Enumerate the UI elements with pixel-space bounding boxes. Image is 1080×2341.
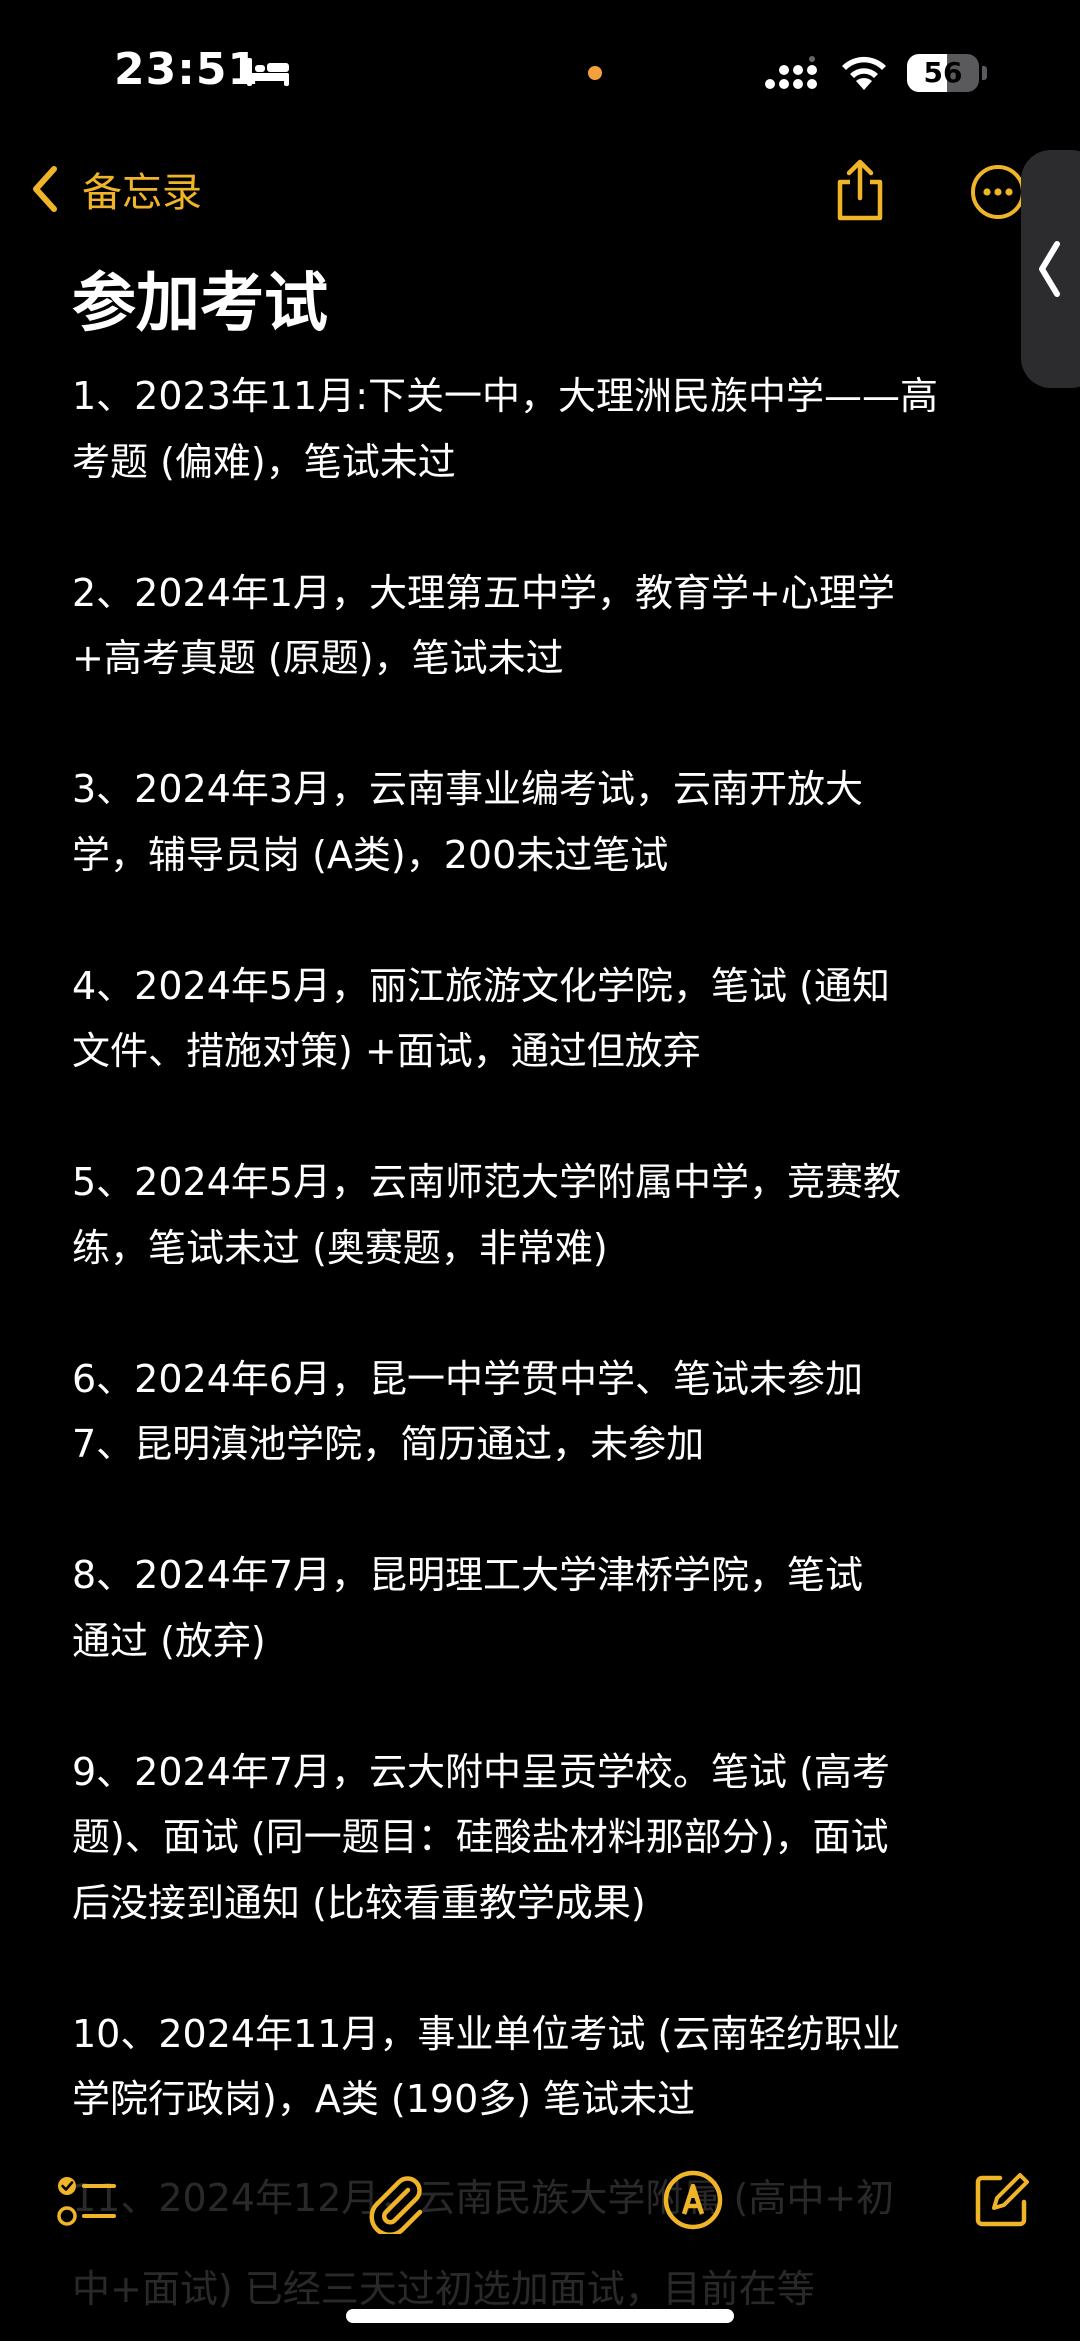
note-line: 后没接到通知 (比较看重教学成果) — [72, 1880, 646, 1925]
note-line: 通过 (放弃) — [72, 1618, 266, 1663]
note-line: 1、2023年11月:下关一中，大理洲民族中学——高 — [72, 374, 939, 418]
privacy-indicator-dot — [588, 66, 602, 80]
note-line: 3、2024年3月，云南事业编考试，云南开放大 — [72, 767, 864, 811]
bed-icon — [247, 58, 289, 86]
markup-icon[interactable] — [661, 2168, 725, 2232]
note-line: 练，笔试未过 (奥赛题，非常难) — [72, 1225, 608, 1270]
note-line: 题)、面试 (同一题目：硅酸盐材料那部分)，面试 — [72, 1815, 889, 1859]
note-line: 学，辅导员岗 (A类)，200未过笔试 — [72, 832, 669, 877]
note-line — [72, 1281, 1032, 1347]
note-line — [72, 888, 1032, 954]
note-line — [72, 692, 1032, 758]
note-line: 5、2024年5月，云南师范大学附属中学，竞赛教 — [72, 1160, 902, 1204]
note-line: 9、2024年7月，云大附中呈贡学校。笔试 (高考 — [72, 1749, 890, 1794]
note-line: 7、昆明滇池学院，简历通过，未参加 — [72, 1422, 705, 1466]
note-line: 考题 (偏难)，笔试未过 — [72, 439, 456, 484]
note-title[interactable]: 参加考试 — [72, 262, 328, 346]
side-panel-handle[interactable] — [1021, 150, 1080, 388]
home-indicator[interactable] — [346, 2309, 734, 2323]
note-line: 10、2024年11月，事业单位考试 (云南轻纺职业 — [72, 2011, 901, 2056]
wifi-icon — [842, 56, 886, 90]
note-line — [72, 1936, 1032, 2002]
compose-icon[interactable] — [970, 2168, 1034, 2232]
note-line — [72, 1478, 1032, 1544]
note-line: 4、2024年5月，丽江旅游文化学院，笔试 (通知 — [72, 963, 890, 1008]
note-line: +高考真题 (原题)，笔试未过 — [72, 636, 564, 680]
note-line: 8、2024年7月，昆明理工大学津桥学院，笔试 — [72, 1553, 864, 1597]
battery-cap — [982, 66, 987, 80]
chevron-left-icon — [33, 166, 57, 212]
note-line: 6、2024年6月，昆一中学贯中学、笔试未参加 — [72, 1356, 864, 1401]
status-time: 23:51 — [114, 44, 260, 95]
back-button[interactable]: 备忘录 — [28, 158, 202, 220]
back-label: 备忘录 — [82, 170, 202, 216]
chevron-left-icon — [1039, 241, 1060, 297]
note-body[interactable]: 1、2023年11月:下关一中，大理洲民族中学——高 考题 (偏难)，笔试未过 … — [72, 364, 1032, 2133]
status-bar: 23:51 56 — [0, 0, 1080, 150]
signal-icon — [765, 56, 817, 89]
note-line — [72, 495, 1032, 561]
attachment-icon[interactable] — [364, 2170, 428, 2234]
battery-level: 56 — [923, 56, 963, 89]
checklist-icon[interactable] — [54, 2172, 118, 2236]
note-line: 学院行政岗)，A类 (190多) 笔试未过 — [72, 2077, 696, 2121]
note-line — [72, 1085, 1032, 1151]
note-line — [72, 1674, 1032, 1740]
note-line: 2、2024年1月，大理第五中学，教育学+心理学 — [72, 570, 895, 615]
battery-icon: 56 — [907, 54, 979, 92]
more-icon[interactable] — [970, 164, 1026, 220]
faded-note-line: 11、2024年12月，云南民族大学附属 (高中+初 — [72, 2176, 895, 2220]
note-line: 文件、措施对策) +面试，通过但放弃 — [72, 1029, 701, 1073]
share-icon[interactable] — [832, 158, 888, 224]
